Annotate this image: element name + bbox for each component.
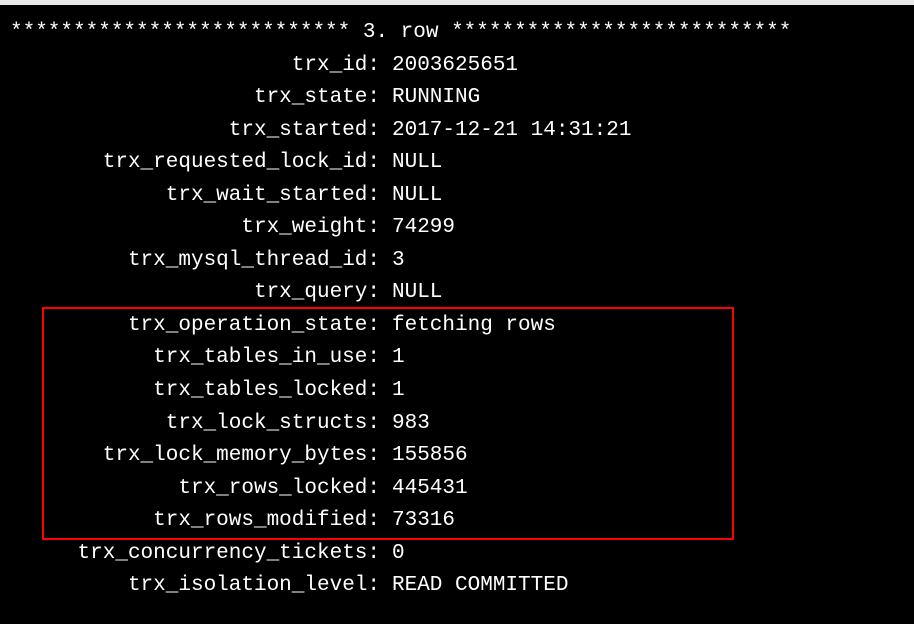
field-value: 0 <box>380 538 405 571</box>
field-label: trx_lock_structs: <box>10 408 380 441</box>
field-value: 2017-12-21 14:31:21 <box>380 115 631 148</box>
output-row: trx_query:NULL <box>10 277 904 310</box>
output-row: trx_state:RUNNING <box>10 82 904 115</box>
field-value: NULL <box>380 147 442 180</box>
field-label: trx_rows_modified: <box>10 505 380 538</box>
field-value: 983 <box>380 408 430 441</box>
field-label: trx_mysql_thread_id: <box>10 245 380 278</box>
field-value: fetching rows <box>380 310 556 343</box>
field-label: trx_weight: <box>10 212 380 245</box>
field-value: 2003625651 <box>380 50 518 83</box>
rows-container: trx_id:2003625651trx_state:RUNNINGtrx_st… <box>10 50 904 603</box>
output-row: trx_started:2017-12-21 14:31:21 <box>10 115 904 148</box>
output-row: trx_lock_memory_bytes:155856 <box>10 440 904 473</box>
field-label: trx_wait_started: <box>10 180 380 213</box>
output-row: trx_requested_lock_id:NULL <box>10 147 904 180</box>
terminal-window: *************************** 3. row *****… <box>0 0 914 624</box>
field-label: trx_requested_lock_id: <box>10 147 380 180</box>
field-value: 155856 <box>380 440 468 473</box>
field-label: trx_query: <box>10 277 380 310</box>
output-row: trx_operation_state:fetching rows <box>10 310 904 343</box>
output-row: trx_tables_locked:1 <box>10 375 904 408</box>
field-label: trx_tables_in_use: <box>10 342 380 375</box>
output-row: trx_weight:74299 <box>10 212 904 245</box>
output-row: trx_mysql_thread_id:3 <box>10 245 904 278</box>
output-row: trx_isolation_level:READ COMMITTED <box>10 570 904 603</box>
field-value: 445431 <box>380 473 468 506</box>
field-label: trx_operation_state: <box>10 310 380 343</box>
output-row: trx_id:2003625651 <box>10 50 904 83</box>
field-value: READ COMMITTED <box>380 570 568 603</box>
row-header: *************************** 3. row *****… <box>10 17 904 50</box>
output-row: trx_concurrency_tickets:0 <box>10 538 904 571</box>
field-value: 73316 <box>380 505 455 538</box>
output-row: trx_wait_started:NULL <box>10 180 904 213</box>
field-label: trx_started: <box>10 115 380 148</box>
field-value: NULL <box>380 277 442 310</box>
output-row: trx_rows_locked:445431 <box>10 473 904 506</box>
field-label: trx_state: <box>10 82 380 115</box>
field-label: trx_isolation_level: <box>10 570 380 603</box>
terminal-output[interactable]: *************************** 3. row *****… <box>0 5 914 624</box>
field-label: trx_lock_memory_bytes: <box>10 440 380 473</box>
output-row: trx_tables_in_use:1 <box>10 342 904 375</box>
output-row: trx_lock_structs:983 <box>10 408 904 441</box>
field-label: trx_concurrency_tickets: <box>10 538 380 571</box>
field-value: 1 <box>380 375 405 408</box>
field-label: trx_id: <box>10 50 380 83</box>
field-value: 1 <box>380 342 405 375</box>
output-row: trx_rows_modified:73316 <box>10 505 904 538</box>
field-label: trx_rows_locked: <box>10 473 380 506</box>
field-value: NULL <box>380 180 442 213</box>
field-value: 3 <box>380 245 405 278</box>
field-label: trx_tables_locked: <box>10 375 380 408</box>
field-value: RUNNING <box>380 82 480 115</box>
field-value: 74299 <box>380 212 455 245</box>
